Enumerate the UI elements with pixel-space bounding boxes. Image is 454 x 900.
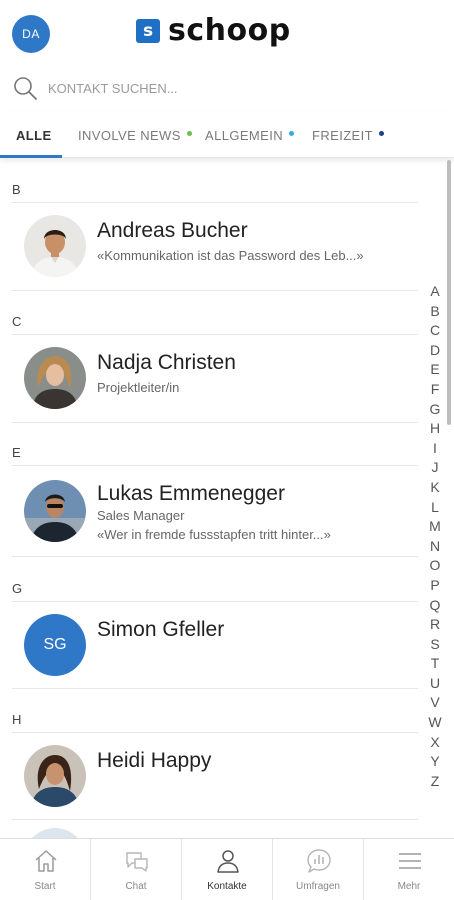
avatar bbox=[24, 347, 86, 409]
alphabet-letter-e[interactable]: E bbox=[426, 360, 444, 380]
contact-quote: «Wer in fremde fussstapfen tritt hinter.… bbox=[97, 527, 331, 542]
alphabet-letter-t[interactable]: T bbox=[426, 654, 444, 674]
section-letter-e: E bbox=[12, 445, 21, 460]
nav-start[interactable]: Start bbox=[0, 839, 91, 900]
nadja-photo-icon bbox=[24, 347, 86, 409]
section-letter-g: G bbox=[12, 581, 23, 596]
nav-chat[interactable]: Chat bbox=[91, 839, 182, 900]
contact-quote: «Kommunikation ist das Password des Leb.… bbox=[97, 248, 364, 263]
nav-mehr[interactable]: Mehr bbox=[364, 839, 454, 900]
contact-item-nadja-christen[interactable]: Nadja Christen Projektleiter/in bbox=[0, 335, 418, 422]
bottom-navigation: Start Chat Kontakte Umfragen Mehr bbox=[0, 838, 454, 900]
user-avatar[interactable]: DA bbox=[12, 15, 50, 53]
avatar-initials: SG bbox=[24, 614, 86, 676]
alphabet-index[interactable]: ABCDEFGHIJKLMNOPQRSTUVWXYZ bbox=[426, 282, 444, 791]
tab-bar: ALLE INVOLVE NEWS ALLGEMEIN FREIZEIT bbox=[0, 112, 454, 158]
divider bbox=[12, 819, 418, 820]
divider bbox=[12, 422, 418, 423]
contact-name: Lukas Emmenegger bbox=[97, 482, 285, 505]
contact-name: Andreas Bucher bbox=[97, 219, 248, 242]
avatar bbox=[24, 215, 86, 277]
avatar bbox=[24, 745, 86, 807]
alphabet-letter-x[interactable]: X bbox=[426, 733, 444, 753]
alphabet-letter-r[interactable]: R bbox=[426, 615, 444, 635]
app-header: DA s schoop bbox=[0, 0, 454, 64]
contact-name: Heidi Happy bbox=[97, 749, 212, 772]
contact-role: Projektleiter/in bbox=[97, 380, 180, 395]
active-tab-indicator bbox=[0, 155, 62, 158]
alphabet-letter-g[interactable]: G bbox=[426, 400, 444, 420]
alphabet-letter-m[interactable]: M bbox=[426, 517, 444, 537]
search-input[interactable] bbox=[48, 76, 428, 100]
dark-blue-dot-icon bbox=[378, 131, 384, 136]
alphabet-letter-o[interactable]: O bbox=[426, 556, 444, 576]
tab-allgemein[interactable]: ALLGEMEIN bbox=[205, 112, 295, 158]
contact-name: Nadja Christen bbox=[97, 351, 236, 374]
nav-umfragen[interactable]: Umfragen bbox=[273, 839, 364, 900]
alphabet-letter-a[interactable]: A bbox=[426, 282, 444, 302]
alphabet-letter-d[interactable]: D bbox=[426, 341, 444, 361]
green-dot-icon bbox=[186, 131, 192, 136]
poll-icon bbox=[307, 849, 331, 873]
alphabet-letter-y[interactable]: Y bbox=[426, 752, 444, 772]
alphabet-letter-p[interactable]: P bbox=[426, 576, 444, 596]
alphabet-letter-f[interactable]: F bbox=[426, 380, 444, 400]
contact-item-andreas-bucher[interactable]: Andreas Bucher «Kommunikation ist das Pa… bbox=[0, 203, 418, 290]
contact-item-lukas-emmenegger[interactable]: Lukas Emmenegger Sales Manager «Wer in f… bbox=[0, 466, 418, 556]
menu-icon bbox=[399, 853, 421, 869]
alphabet-letter-h[interactable]: H bbox=[426, 419, 444, 439]
divider bbox=[12, 290, 418, 291]
nav-kontakte[interactable]: Kontakte bbox=[182, 839, 273, 900]
search-icon[interactable] bbox=[12, 75, 38, 101]
section-letter-c: C bbox=[12, 314, 22, 329]
alphabet-letter-u[interactable]: U bbox=[426, 674, 444, 694]
divider bbox=[12, 688, 418, 689]
section-letter-h: H bbox=[12, 712, 22, 727]
alphabet-letter-k[interactable]: K bbox=[426, 478, 444, 498]
section-letter-b: B bbox=[12, 182, 21, 197]
alphabet-letter-w[interactable]: W bbox=[426, 713, 444, 733]
avatar bbox=[24, 480, 86, 542]
alphabet-letter-s[interactable]: S bbox=[426, 635, 444, 655]
alphabet-letter-j[interactable]: J bbox=[426, 458, 444, 478]
lukas-photo-icon bbox=[24, 480, 86, 542]
alphabet-letter-q[interactable]: Q bbox=[426, 596, 444, 616]
tab-involve-news[interactable]: INVOLVE NEWS bbox=[78, 112, 192, 158]
heidi-photo-icon bbox=[24, 745, 86, 807]
alphabet-letter-l[interactable]: L bbox=[426, 498, 444, 518]
alphabet-letter-v[interactable]: V bbox=[426, 693, 444, 713]
scrollbar[interactable] bbox=[447, 160, 451, 425]
contact-role: Sales Manager bbox=[97, 508, 185, 523]
contact-item-simon-gfeller[interactable]: SG Simon Gfeller bbox=[0, 602, 418, 688]
logo-mark-icon: s bbox=[136, 19, 160, 43]
schoop-logo: s schoop bbox=[136, 14, 291, 48]
chat-icon bbox=[126, 852, 148, 872]
light-blue-dot-icon bbox=[289, 131, 295, 136]
contact-list[interactable]: B Andreas Bucher «Kommunikation ist das … bbox=[0, 160, 420, 840]
andreas-photo-icon bbox=[24, 215, 86, 277]
alphabet-letter-c[interactable]: C bbox=[426, 321, 444, 341]
tab-freizeit[interactable]: FREIZEIT bbox=[312, 112, 384, 158]
home-icon bbox=[35, 850, 57, 872]
person-icon bbox=[217, 850, 239, 873]
contact-name: Simon Gfeller bbox=[97, 618, 225, 641]
alphabet-letter-z[interactable]: Z bbox=[426, 772, 444, 792]
alphabet-letter-b[interactable]: B bbox=[426, 302, 444, 322]
alphabet-letter-i[interactable]: I bbox=[426, 439, 444, 459]
alphabet-letter-n[interactable]: N bbox=[426, 537, 444, 557]
logo-text: schoop bbox=[168, 13, 291, 48]
search-bar bbox=[0, 66, 454, 110]
contact-item-heidi-happy[interactable]: Heidi Happy bbox=[0, 733, 418, 819]
tab-alle[interactable]: ALLE bbox=[16, 112, 52, 158]
divider bbox=[12, 556, 418, 557]
